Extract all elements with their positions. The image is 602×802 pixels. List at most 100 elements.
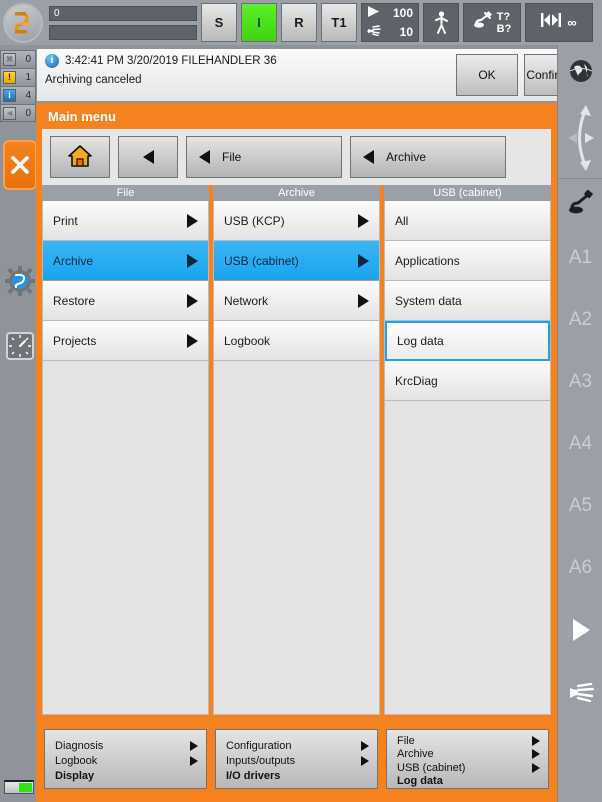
recent-menus-bar: Diagnosis Logbook Display Configuration xyxy=(42,721,551,796)
recent-row-label: Diagnosis xyxy=(55,740,104,752)
top-status-bar: 0 S I R T1 100 10 T? B? ∞ xyxy=(0,0,602,45)
mode-button-s[interactable]: S xyxy=(201,3,237,42)
menu-item-projects[interactable]: Projects xyxy=(43,321,208,361)
recent-menu-panel-1[interactable]: Diagnosis Logbook Display xyxy=(44,728,207,789)
axis-label-a6[interactable]: A6 xyxy=(558,537,602,599)
menu-item-krcdiag[interactable]: KrcDiag xyxy=(385,361,550,401)
tool-base-display[interactable]: T? B? xyxy=(463,3,521,42)
menu-item-logbook[interactable]: Logbook xyxy=(214,321,379,361)
back-button[interactable] xyxy=(118,136,178,178)
recent-menu-panel-2[interactable]: Configuration Inputs/outputs I/O drivers xyxy=(215,728,378,789)
message-counter-warning[interactable]: ! 1 xyxy=(0,68,36,86)
menu-item-archive[interactable]: Archive xyxy=(43,241,208,281)
message-text-area: i 3:42:41 PM 3/20/2019 FILEHANDLER 36 Ar… xyxy=(37,49,456,101)
menu-item-label: Restore xyxy=(53,293,96,308)
recent-row[interactable]: Configuration xyxy=(226,739,369,754)
message-counter-wait[interactable]: ◄ 0 xyxy=(0,104,36,122)
menu-item-system-data[interactable]: System data xyxy=(385,281,550,321)
chevron-right-icon xyxy=(361,741,369,751)
breadcrumb-archive-label: Archive xyxy=(386,150,427,164)
recent-row-label: Configuration xyxy=(226,740,292,752)
program-line-field[interactable] xyxy=(49,24,197,40)
menu-item-applications[interactable]: Applications xyxy=(385,241,550,281)
increment-display[interactable]: ∞ xyxy=(525,3,593,42)
base-number-label: B? xyxy=(496,22,512,35)
column-header-usb-cabinet: USB (cabinet) xyxy=(384,185,551,201)
play-icon[interactable] xyxy=(558,599,602,661)
chevron-left-icon xyxy=(142,150,154,164)
menu-column-archive: Archive USB (KCP) USB (cabinet) Network xyxy=(213,185,380,715)
override-display[interactable]: 100 10 xyxy=(361,3,419,42)
mode-button-t1[interactable]: T1 xyxy=(321,3,357,42)
recent-row[interactable]: Log data xyxy=(397,774,540,787)
column-body-usb-cabinet: All Applications System data Log data Kr… xyxy=(384,201,551,715)
recent-row[interactable]: Archive xyxy=(397,748,540,761)
recent-row-label: Log data xyxy=(397,774,443,787)
chevron-left-icon xyxy=(199,150,210,164)
breadcrumb-file-label: File xyxy=(222,150,242,164)
recent-row[interactable]: Diagnosis xyxy=(55,739,198,754)
recent-row[interactable]: Logbook xyxy=(55,754,198,769)
axis-label-a4[interactable]: A4 xyxy=(558,413,602,475)
recent-row[interactable]: Display xyxy=(55,769,198,784)
jog-direction-icon[interactable] xyxy=(558,97,602,179)
ok-button[interactable]: OK xyxy=(456,54,518,96)
clock-dial-icon[interactable] xyxy=(4,330,36,362)
chevron-right-icon xyxy=(358,293,369,308)
menu-item-usb-cabinet[interactable]: USB (cabinet) xyxy=(214,241,379,281)
battery-icon xyxy=(4,780,34,794)
breadcrumb-button-archive[interactable]: Archive xyxy=(350,136,506,178)
menu-item-restore[interactable]: Restore xyxy=(43,281,208,321)
menu-item-label: Log data xyxy=(397,334,444,348)
menu-item-label: System data xyxy=(395,293,462,308)
menu-item-usb-kcp[interactable]: USB (KCP) xyxy=(214,201,379,241)
wait-count: 0 xyxy=(25,107,31,119)
program-name-field[interactable]: 0 xyxy=(49,5,197,21)
home-icon xyxy=(67,144,93,171)
message-bar[interactable]: i 3:42:41 PM 3/20/2019 FILEHANDLER 36 Ar… xyxy=(36,48,593,102)
breadcrumb-button-file[interactable]: File xyxy=(186,136,342,178)
acknowledge-message-icon: ✖ xyxy=(3,53,16,66)
column-header-archive: Archive xyxy=(213,185,380,201)
recent-row[interactable]: USB (cabinet) xyxy=(397,761,540,774)
chevron-right-icon xyxy=(361,756,369,766)
axis-label-a2[interactable]: A2 xyxy=(558,289,602,351)
message-counter-acknowledge[interactable]: ✖ 0 xyxy=(0,50,36,68)
chevron-right-icon xyxy=(190,741,198,751)
gear-robot-icon[interactable] xyxy=(4,265,36,297)
hand-icon[interactable] xyxy=(558,661,602,723)
increment-value: ∞ xyxy=(567,15,577,30)
jog-override-value: 10 xyxy=(399,25,413,39)
home-button[interactable] xyxy=(50,136,110,178)
world-coordinate-icon[interactable] xyxy=(558,45,602,97)
column-header-file: File xyxy=(42,185,209,201)
robot-arm-icon[interactable] xyxy=(3,2,43,43)
axis-label-a3[interactable]: A3 xyxy=(558,351,602,413)
menu-item-label: Network xyxy=(224,293,269,308)
tool-axis-icon[interactable] xyxy=(558,179,602,227)
mode-button-r[interactable]: R xyxy=(281,3,317,42)
message-body: Archiving canceled xyxy=(45,74,142,86)
recent-menu-panel-3[interactable]: File Archive USB (cabinet) Log data xyxy=(386,728,549,789)
recent-row[interactable]: I/O drivers xyxy=(226,769,369,784)
axis-label-a5[interactable]: A5 xyxy=(558,475,602,537)
recent-row-label: File xyxy=(397,735,415,748)
menu-item-label: Applications xyxy=(395,253,460,268)
recent-row[interactable]: Inputs/outputs xyxy=(226,754,369,769)
menu-item-print[interactable]: Print xyxy=(43,201,208,241)
recent-row-label: Display xyxy=(55,770,95,782)
menu-item-network[interactable]: Network xyxy=(214,281,379,321)
close-x-icon[interactable] xyxy=(3,140,37,190)
info-circle-icon: i xyxy=(45,54,59,68)
menu-item-log-data[interactable]: Log data xyxy=(385,321,550,361)
recent-row-label: Archive xyxy=(397,748,434,761)
menu-item-all[interactable]: All xyxy=(385,201,550,241)
info-count: 4 xyxy=(25,90,31,101)
message-counter-info[interactable]: i 4 xyxy=(0,86,36,104)
chevron-right-icon xyxy=(187,333,198,348)
recent-row[interactable]: File xyxy=(397,735,540,748)
axis-label-a1[interactable]: A1 xyxy=(558,227,602,289)
mode-button-i[interactable]: I xyxy=(241,3,277,42)
menu-column-file: File Print Archive Restore Projects xyxy=(42,185,209,715)
walking-person-icon[interactable] xyxy=(423,3,459,42)
